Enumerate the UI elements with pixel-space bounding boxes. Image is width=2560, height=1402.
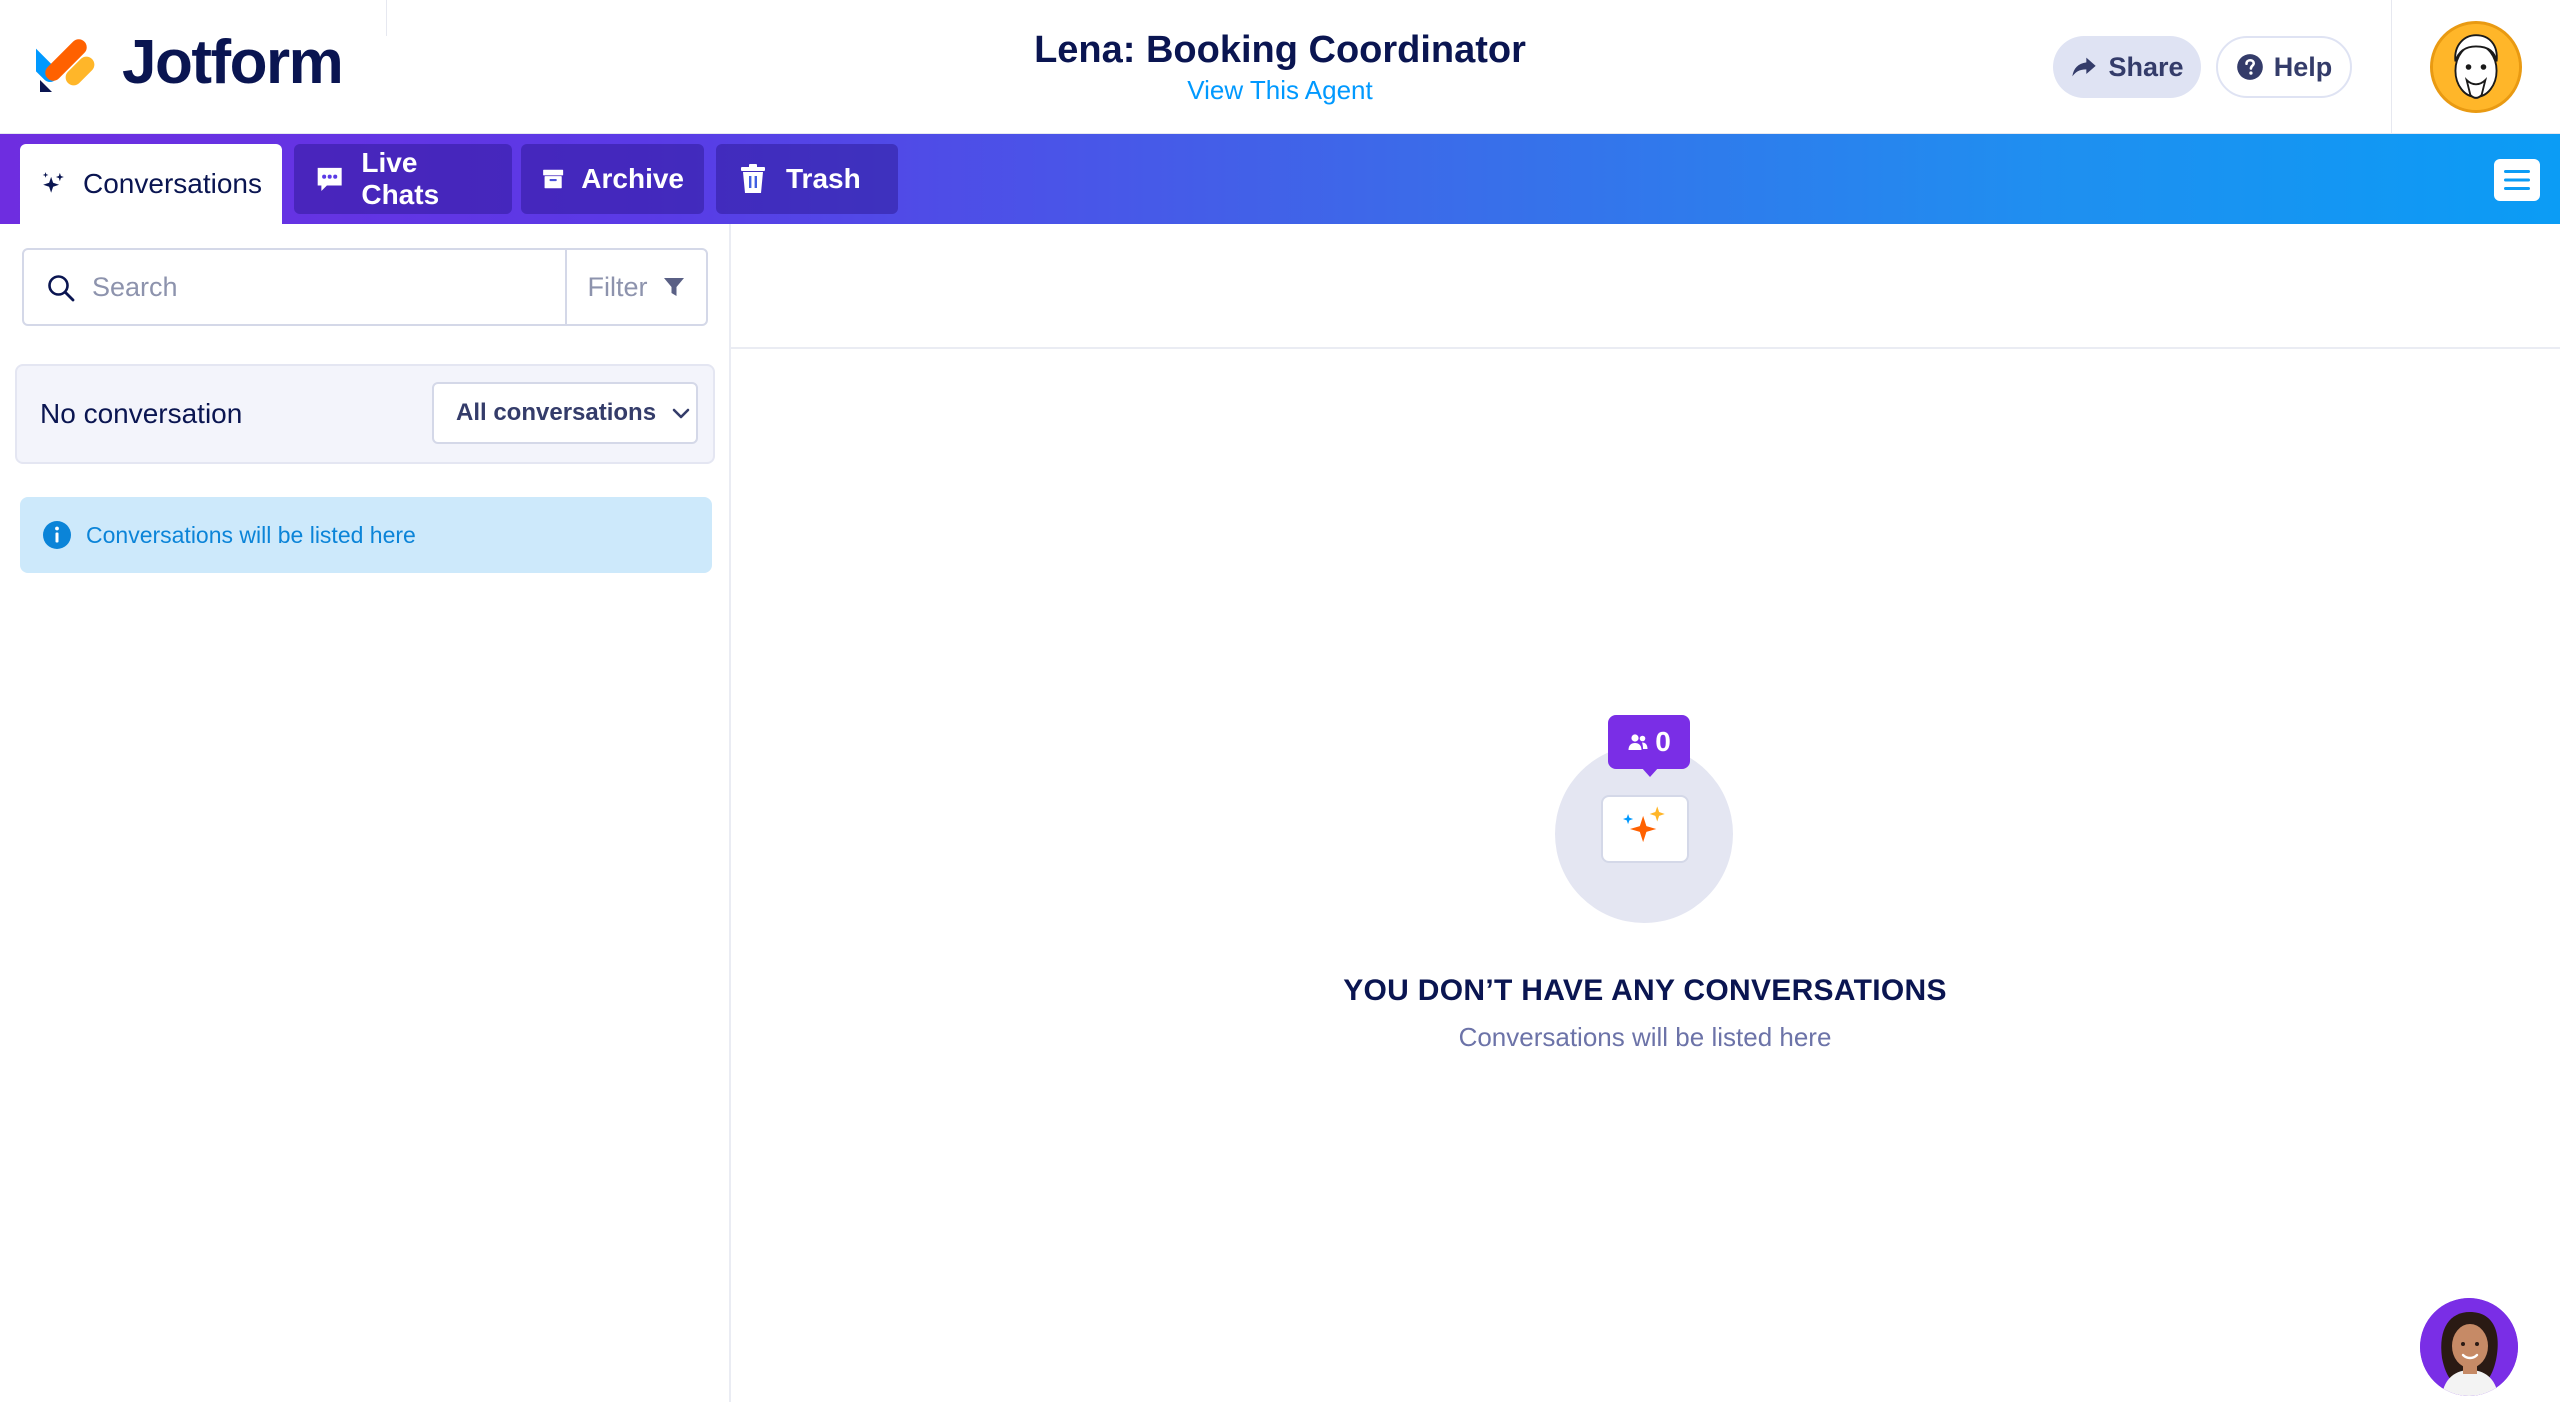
assistant-avatar-portrait <box>2420 1298 2518 1396</box>
dropdown-selected-value: All conversations <box>456 399 657 426</box>
tab-bar: Conversations Live Chats Archive Trash <box>0 134 2560 224</box>
brand-name: Jotform <box>122 28 344 97</box>
illustration-chat-card <box>1601 795 1689 865</box>
header-divider <box>386 0 387 36</box>
tab-archive[interactable]: Archive <box>521 144 704 214</box>
conversation-filter-dropdown[interactable]: All conversations <box>432 382 698 444</box>
view-agent-link[interactable]: View This Agent <box>880 74 1680 106</box>
app-root: Jotform Lena: Booking Coordinator View T… <box>0 0 2560 1402</box>
hamburger-menu-icon <box>2504 170 2530 190</box>
empty-state-title: YOU DON’T HAVE ANY CONVERSATIONS <box>1343 974 1947 1007</box>
search-input[interactable] <box>92 258 572 316</box>
top-header: Jotform Lena: Booking Coordinator View T… <box>0 0 2560 134</box>
tab-label: Live Chats <box>361 147 440 210</box>
filter-label: Filter <box>587 271 648 302</box>
badge-count: 0 <box>1655 726 1671 757</box>
header-divider-right <box>2391 0 2392 134</box>
archive-box-icon <box>543 169 564 189</box>
chat-bubble-icon <box>317 167 342 191</box>
tab-conversations[interactable]: Conversations <box>20 144 282 224</box>
tab-live-chats[interactable]: Live Chats <box>294 144 512 214</box>
tab-label: Conversations <box>83 168 262 199</box>
filter-button[interactable]: Filter <box>565 250 706 324</box>
help-question-icon <box>2236 54 2263 80</box>
info-banner: Conversations will be listed here <box>20 497 712 573</box>
jotform-logo-icon <box>36 39 95 92</box>
ai-assistant-launcher[interactable] <box>2420 1298 2518 1396</box>
conversation-count-badge: 0 <box>1608 715 1690 769</box>
agent-heading: Lena: Booking Coordinator View This Agen… <box>880 26 1680 106</box>
help-button[interactable]: Help <box>2216 36 2352 98</box>
search-bar: Filter <box>22 248 708 326</box>
filter-funnel-icon <box>663 278 684 296</box>
trash-icon <box>741 164 765 193</box>
user-avatar-illustration <box>2433 24 2519 110</box>
share-arrow-icon <box>2072 57 2097 77</box>
conversation-filter-bar: No conversation All conversations <box>15 364 715 464</box>
sparkle-icon <box>42 172 64 193</box>
help-label: Help <box>2273 51 2333 82</box>
hamburger-menu-button[interactable] <box>2494 159 2540 201</box>
users-icon <box>1628 734 1648 750</box>
chevron-down-icon <box>672 408 690 419</box>
sparkle-chat-icon <box>1622 806 1665 865</box>
jotform-logo[interactable]: Jotform <box>36 28 344 98</box>
tab-trash[interactable]: Trash <box>716 144 898 214</box>
user-avatar[interactable] <box>2430 21 2522 113</box>
empty-state-illustration: 0 <box>1555 715 1735 925</box>
conversation-count-text: No conversation <box>40 398 243 429</box>
tab-label: Archive <box>581 163 684 194</box>
share-button[interactable]: Share <box>2053 36 2201 98</box>
info-icon <box>43 521 71 549</box>
share-label: Share <box>2108 51 2184 82</box>
tab-label: Trash <box>786 163 861 194</box>
badge-pointer <box>1641 767 1659 777</box>
info-message: Conversations will be listed here <box>86 521 416 548</box>
conversation-list-panel: Filter No conversation All conversations <box>0 224 731 1402</box>
agent-title: Lena: Booking Coordinator <box>1034 29 1526 71</box>
search-icon <box>48 275 75 302</box>
empty-state-subtitle: Conversations will be listed here <box>1458 1022 1832 1052</box>
detail-header-divider <box>731 347 2560 349</box>
